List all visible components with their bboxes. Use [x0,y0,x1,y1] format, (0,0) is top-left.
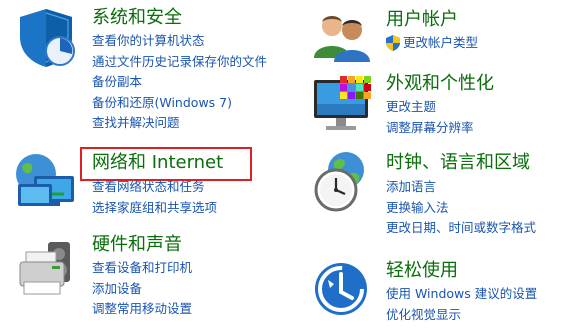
link-backup-copy[interactable]: 备份副本 [92,72,267,93]
link-change-account-type[interactable]: 更改帐户类型 [403,33,478,54]
link-troubleshoot[interactable]: 查找并解决问题 [92,113,267,134]
globe-network-icon[interactable] [12,152,80,210]
link-devices-printers[interactable]: 查看设备和打印机 [92,258,192,279]
link-add-device[interactable]: 添加设备 [92,279,192,300]
link-homegroup-sharing[interactable]: 选择家庭组和共享选项 [92,198,217,219]
link-mobility-settings[interactable]: 调整常用移动设置 [92,299,192,320]
system-security-title[interactable]: 系统和安全 [92,6,182,30]
shield-icon[interactable] [14,5,78,69]
ease-of-access-icon[interactable] [314,262,368,316]
link-view-computer-status[interactable]: 查看你的计算机状态 [92,31,267,52]
link-change-input-method[interactable]: 更换输入法 [386,198,536,219]
link-file-history[interactable]: 通过文件历史记录保存你的文件 [92,52,267,73]
monitor-colors-icon[interactable] [310,74,372,134]
link-add-language[interactable]: 添加语言 [386,177,536,198]
link-recommended-settings[interactable]: 使用 Windows 建议的设置 [386,284,537,305]
link-change-account-type-row[interactable]: 更改帐户类型 [386,33,478,54]
ease-of-access-title[interactable]: 轻松使用 [386,259,458,283]
user-accounts-title[interactable]: 用户帐户 [386,8,458,32]
link-network-status[interactable]: 查看网络状态和任务 [92,177,217,198]
clock-globe-icon[interactable] [312,150,372,214]
link-optimize-visual-display[interactable]: 优化视觉显示 [386,305,537,326]
link-screen-resolution[interactable]: 调整屏幕分辨率 [386,118,474,139]
uac-shield-icon [386,35,400,52]
link-change-date-time-format[interactable]: 更改日期、时间或数字格式 [386,218,536,239]
printer-speaker-icon[interactable] [12,238,80,300]
link-backup-restore[interactable]: 备份和还原(Windows 7) [92,93,267,114]
link-change-theme[interactable]: 更改主题 [386,97,474,118]
network-internet-title[interactable]: 网络和 Internet [92,151,223,175]
hardware-sound-title[interactable]: 硬件和声音 [92,233,182,257]
users-icon[interactable] [312,12,370,62]
appearance-title[interactable]: 外观和个性化 [386,72,494,96]
clock-language-title[interactable]: 时钟、语言和区域 [386,151,530,175]
